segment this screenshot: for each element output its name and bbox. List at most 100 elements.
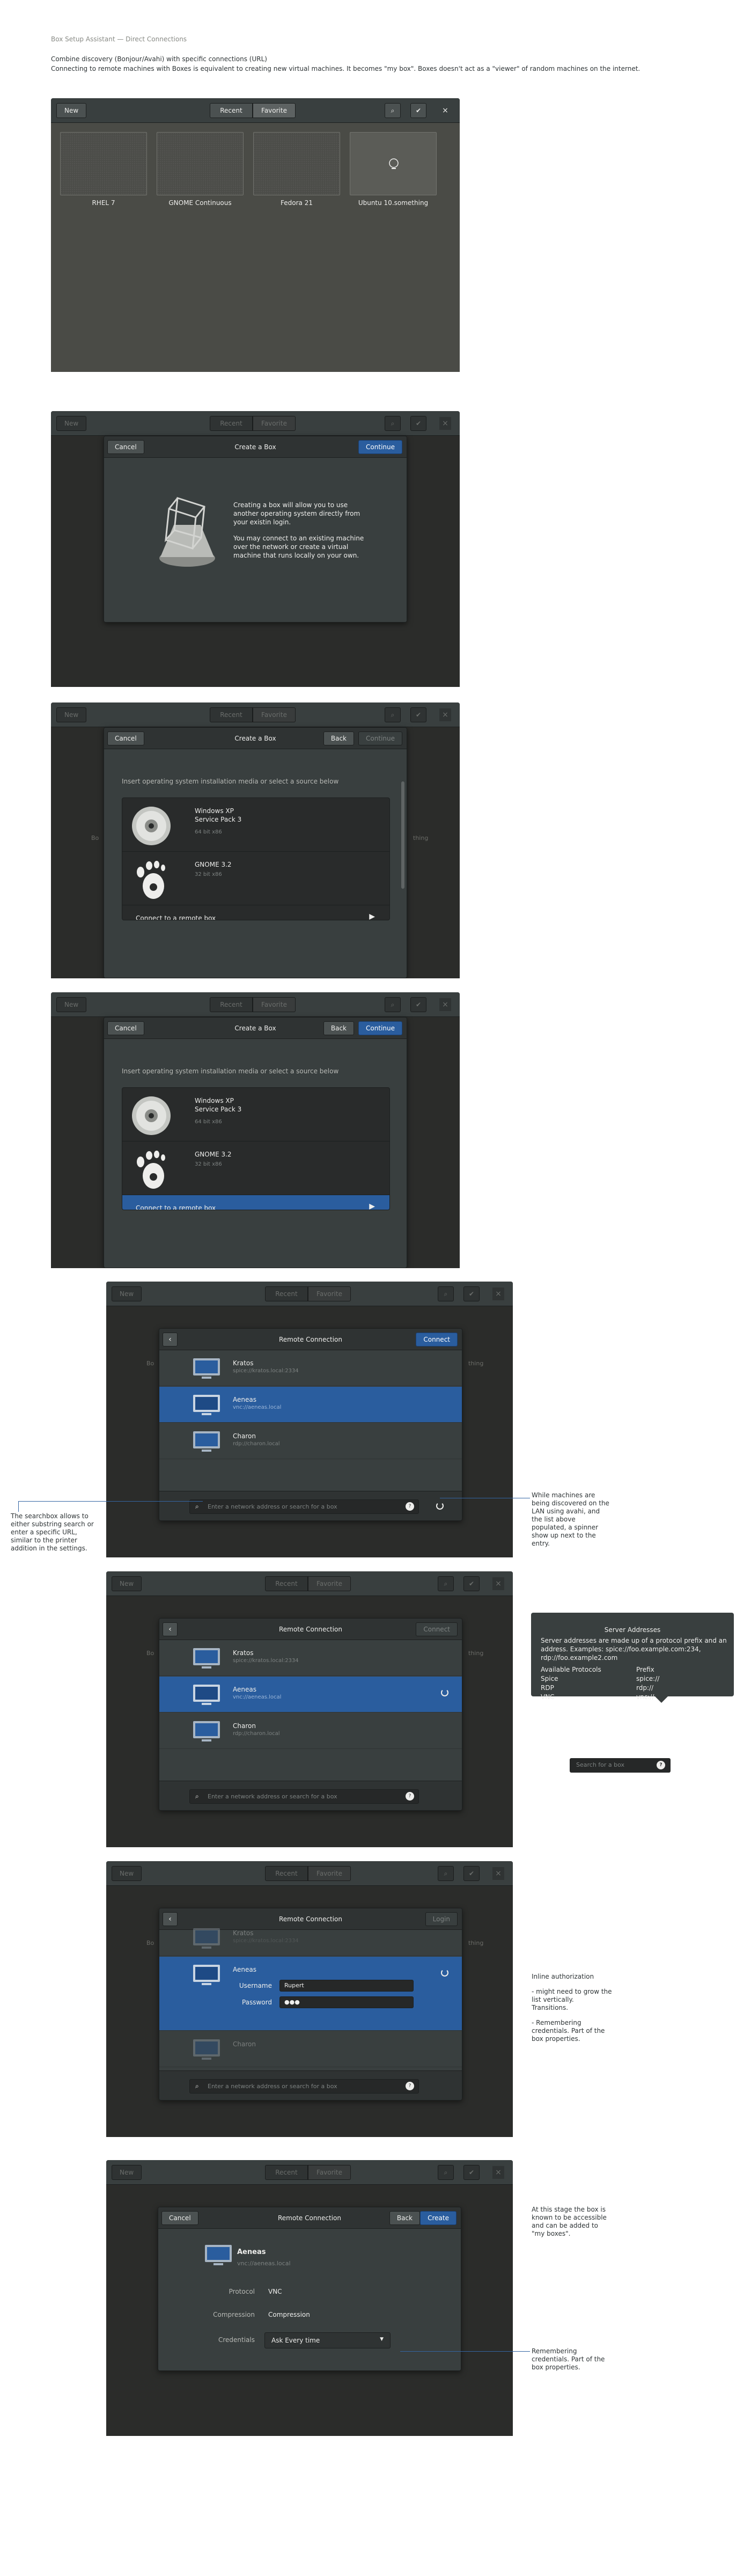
popover-title: Server Addresses (604, 1626, 661, 1634)
box-thumbnail[interactable] (350, 132, 437, 195)
boxes-window-remote-list: New Recent Favorite ⌕ ✔ × Bo thing Remot… (106, 1282, 513, 1557)
machine-row[interactable]: Charon rdp://charon.local (159, 1423, 462, 1459)
help-icon[interactable]: ? (406, 1792, 414, 1801)
create-box-dialog: Create a Box Cancel Back Continue Insert… (104, 727, 407, 978)
back-button[interactable]: Back (389, 2211, 420, 2225)
credentials-label: Credentials (218, 2336, 255, 2344)
box-thumbnail[interactable] (253, 132, 340, 195)
back-button[interactable]: Back (323, 731, 354, 745)
cd-icon (132, 807, 171, 845)
cancel-button[interactable]: Cancel (161, 2211, 198, 2225)
protocol-label: Protocol (229, 2288, 255, 2295)
search-input-zoom[interactable]: Search for a box ? (570, 1758, 671, 1773)
header-bar: New Recent Favorite ⌕ ✔ × (51, 98, 460, 123)
source-item[interactable]: GNOME 3.2 32 bit x86 (122, 1141, 389, 1195)
machine-name: Kratos (233, 1359, 254, 1367)
spinner-icon (441, 1689, 448, 1696)
back-button[interactable]: ‹ (163, 1622, 178, 1636)
remote-connection-dialog: Remote Connection ‹ Login Kratos spice:/… (159, 1908, 462, 2101)
selection-button[interactable]: ✔ (410, 103, 426, 118)
cancel-button[interactable]: Cancel (107, 440, 144, 454)
popover-description: Server addresses are made up of a protoc… (541, 1637, 727, 1662)
favorite-tab: Favorite (253, 707, 296, 722)
create-button[interactable]: Create (420, 2211, 457, 2225)
search-icon: ⌕ (391, 1001, 395, 1008)
boxes-window-remote-selected: New Recent Favorite ⌕ ✔ × Create a Box C… (51, 992, 460, 1268)
recent-tab[interactable]: Recent (210, 103, 253, 118)
search-bar: ⌕ Enter a network address or search for … (159, 1781, 462, 1810)
recent-tab: Recent (265, 1286, 308, 1301)
selection-button: ✔ (410, 997, 426, 1012)
page-description-detail: Connecting to remote machines with Boxes… (51, 65, 640, 72)
machine-row[interactable]: Kratos spice://kratos.local:2334 (159, 1640, 462, 1676)
boxes-window-create-intro: New Recent Favorite ⌕ ✔ × Create a Box C… (51, 411, 460, 687)
cancel-button[interactable]: Cancel (107, 731, 144, 745)
intro-paragraph: You may connect to an existing machine o… (233, 535, 364, 559)
machine-name: Kratos (233, 1929, 254, 1937)
continue-button[interactable]: Continue (358, 440, 402, 454)
machine-row-auth[interactable]: Aeneas Username Rupert Password ●●● (159, 1957, 462, 2031)
box-label: RHEL 7 (92, 199, 115, 207)
chevron-down-icon: ▼ (380, 2337, 384, 2342)
search-button: ⌕ (438, 1866, 454, 1881)
annotation-known: At this stage the box is known to be acc… (532, 2206, 607, 2237)
back-button[interactable]: ‹ (163, 1333, 178, 1346)
machine-row[interactable]: Charon rdp://charon.local (159, 1713, 462, 1749)
gnome-foot-icon (137, 1151, 165, 1189)
favorite-tab[interactable]: Favorite (253, 103, 296, 118)
header-bar: New Recent Favorite ⌕ ✔ × (51, 702, 460, 727)
source-item[interactable]: GNOME 3.2 32 bit x86 (122, 852, 389, 905)
favorite-tab: Favorite (308, 1576, 351, 1591)
password-field[interactable]: ●●● (279, 1996, 414, 2008)
new-button[interactable]: New (56, 103, 87, 118)
check-icon: ✔ (415, 420, 422, 427)
selection-button: ✔ (410, 707, 426, 722)
monitor-icon (193, 1721, 220, 1741)
box-thumbnail[interactable] (60, 132, 147, 195)
connect-remote-item[interactable]: Connect to a remote box ▶ (122, 1195, 389, 1210)
view-switcher: Recent Favorite (210, 103, 296, 118)
help-icon[interactable]: ? (406, 1502, 414, 1511)
cancel-button[interactable]: Cancel (107, 1021, 144, 1035)
machine-address: spice://kratos.local:2334 (233, 1938, 299, 1944)
new-button: New (56, 997, 87, 1012)
connect-button[interactable]: Connect (416, 1333, 458, 1346)
back-button[interactable]: Back (323, 1021, 354, 1035)
annotation-inline-auth: Inline authorization - might need to gro… (532, 1973, 612, 2043)
search-input[interactable]: ⌕ Enter a network address or search for … (189, 2079, 419, 2094)
recent-tab: Recent (265, 1866, 308, 1881)
recent-tab: Recent (265, 2165, 308, 2180)
machine-row[interactable]: Aeneas vnc://aeneas.local (159, 1677, 462, 1713)
machine-row[interactable]: Aeneas vnc://aeneas.local (159, 1387, 462, 1423)
username-field[interactable]: Rupert (279, 1980, 414, 1992)
credentials-select[interactable]: Ask Every time ▼ (264, 2332, 391, 2348)
search-input[interactable]: ⌕ Enter a network address or search for … (189, 1499, 419, 1514)
machine-row[interactable]: Charon (159, 2031, 462, 2067)
scrollbar[interactable] (401, 781, 404, 889)
machine-row[interactable]: Kratos spice://kratos.local:2334 (159, 1350, 462, 1386)
recent-tab: Recent (210, 707, 253, 722)
search-input[interactable]: ⌕ Enter a network address or search for … (189, 1789, 419, 1804)
machine-row[interactable]: Kratos spice://kratos.local:2334 (159, 1920, 462, 1956)
source-arch: 64 bit x86 (195, 829, 222, 835)
close-icon: × (439, 998, 451, 1011)
source-name: Windows XP (195, 1097, 234, 1104)
remote-connection-dialog: Remote Connection ‹ Connect Kratos spice… (159, 1328, 462, 1521)
view-switcher: Recent Favorite (210, 707, 296, 722)
help-icon[interactable]: ? (406, 2082, 414, 2090)
favorite-tab: Favorite (308, 1286, 351, 1301)
close-icon[interactable]: × (439, 104, 451, 117)
source-item[interactable]: Windows XP Service Pack 3 64 bit x86 (122, 1088, 389, 1141)
favorite-tab: Favorite (308, 2165, 351, 2180)
search-bar: ⌕ Enter a network address or search for … (159, 2070, 462, 2100)
new-button: New (56, 416, 87, 431)
source-instructions: Insert operating system installation med… (122, 1067, 339, 1075)
create-box-dialog: Create a Box Cancel Continue Creating a … (104, 436, 407, 623)
search-button[interactable]: ⌕ (385, 103, 401, 118)
connect-remote-item[interactable]: Connect to a remote box ▶ (122, 905, 389, 920)
box-thumbnail[interactable] (157, 132, 244, 195)
check-icon: ✔ (415, 711, 422, 719)
source-item[interactable]: Windows XP Service Pack 3 64 bit x86 (122, 798, 389, 852)
continue-button[interactable]: Continue (358, 1021, 402, 1035)
help-icon[interactable]: ? (657, 1761, 665, 1769)
